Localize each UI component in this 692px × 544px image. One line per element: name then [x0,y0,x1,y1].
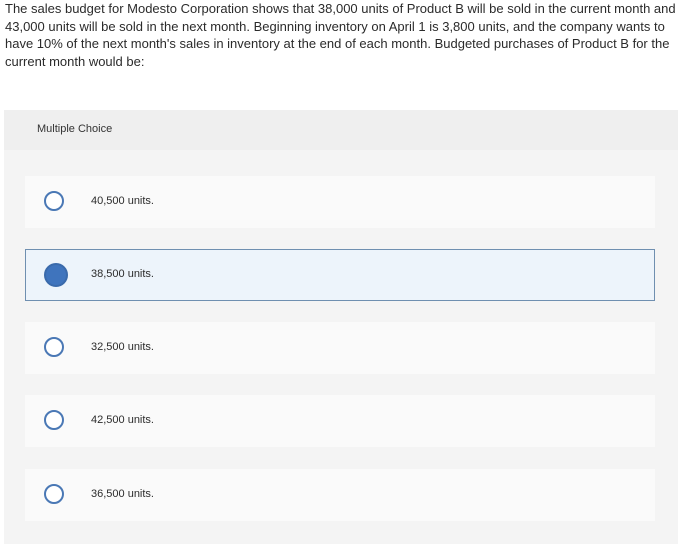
answer-option-5[interactable]: 36,500 units. [25,469,655,521]
answer-option-label: 42,500 units. [91,414,154,426]
radio-button-icon[interactable] [44,410,64,430]
radio-button-icon[interactable] [44,484,64,504]
answer-option-1[interactable]: 40,500 units. [25,176,655,228]
question-text: The sales budget for Modesto Corporation… [5,1,676,69]
radio-button-icon[interactable] [44,337,64,357]
answer-option-label: 38,500 units. [91,268,154,280]
radio-button-icon[interactable] [44,191,64,211]
multiple-choice-header: Multiple Choice [4,110,678,150]
answer-option-2[interactable]: 38,500 units. [25,249,655,301]
radio-button-selected-icon[interactable] [44,263,68,287]
answer-option-label: 40,500 units. [91,195,154,207]
answer-option-label: 36,500 units. [91,488,154,500]
answer-option-3[interactable]: 32,500 units. [25,322,655,374]
answer-option-4[interactable]: 42,500 units. [25,395,655,447]
answer-option-label: 32,500 units. [91,341,154,353]
multiple-choice-label: Multiple Choice [37,123,113,135]
multiple-choice-panel: Multiple Choice 40,500 units. 38,500 uni… [4,110,678,544]
